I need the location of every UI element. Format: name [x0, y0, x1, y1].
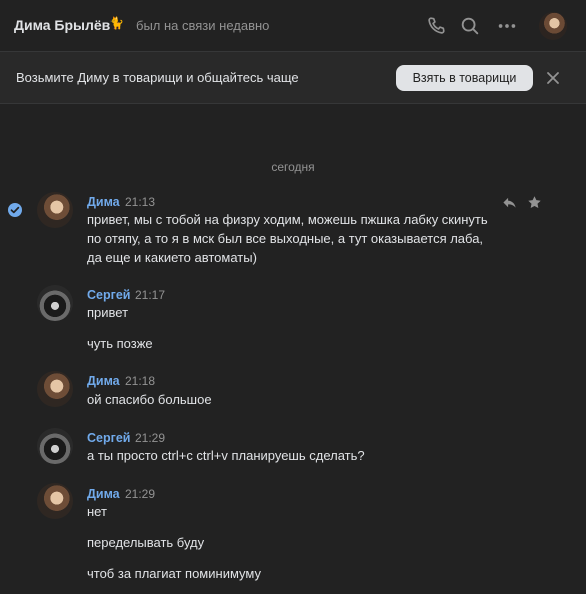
phone-icon[interactable] [425, 15, 447, 37]
message-author[interactable]: Сергей [87, 288, 130, 302]
close-icon[interactable] [545, 70, 561, 86]
search-icon[interactable] [459, 15, 481, 37]
contact-status: был на связи недавно [136, 18, 270, 33]
message-text: а ты просто ctrl+c ctrl+v планируешь сде… [87, 448, 365, 463]
message-text: нет [87, 504, 107, 519]
message-time: 21:29 [135, 431, 166, 445]
avatar[interactable] [37, 428, 73, 464]
more-icon[interactable] [496, 15, 518, 37]
avatar[interactable] [37, 371, 73, 407]
message-author[interactable]: Дима [87, 487, 120, 501]
star-icon[interactable] [527, 195, 542, 210]
message-text: чтоб за плагиат поминимуму [87, 566, 261, 581]
date-separator: сегодня [271, 160, 315, 174]
header-avatar[interactable] [539, 12, 567, 40]
avatar[interactable] [37, 285, 73, 321]
message-text: привет, мы с тобой на физру ходим, можеш… [87, 212, 488, 227]
message-author[interactable]: Сергей [87, 431, 130, 445]
add-friend-button[interactable]: Взять в товарищи [396, 65, 533, 91]
message-text: чуть позже [87, 336, 153, 351]
friend-suggestion-banner: Возьмите Диму в товарищи и общайтесь чащ… [0, 52, 586, 104]
message-text: по отяпу, а то я в мск был все выходные,… [87, 231, 484, 246]
contact-name[interactable]: Дима Брылёв [14, 17, 110, 33]
message-time: 21:17 [135, 288, 166, 302]
avatar[interactable] [37, 483, 73, 519]
cat-emoji-icon: 🐈 [109, 16, 124, 30]
selected-check-icon[interactable] [8, 203, 22, 217]
message-time: 21:13 [125, 195, 156, 209]
message-time: 21:18 [125, 374, 156, 388]
message-time: 21:29 [125, 487, 156, 501]
message-text: да еще и какието автоматы) [87, 250, 257, 265]
message-author[interactable]: Дима [87, 374, 120, 388]
message-text: ой спасибо большое [87, 392, 212, 407]
message-text: переделывать буду [87, 535, 205, 550]
reply-icon[interactable] [502, 195, 517, 210]
message-text: привет [87, 305, 129, 320]
avatar[interactable] [37, 192, 73, 228]
banner-text: Возьмите Диму в товарищи и общайтесь чащ… [16, 70, 299, 85]
message-author[interactable]: Дима [87, 195, 120, 209]
chat-header: Дима Брылёв 🐈 был на связи недавно [0, 0, 586, 52]
